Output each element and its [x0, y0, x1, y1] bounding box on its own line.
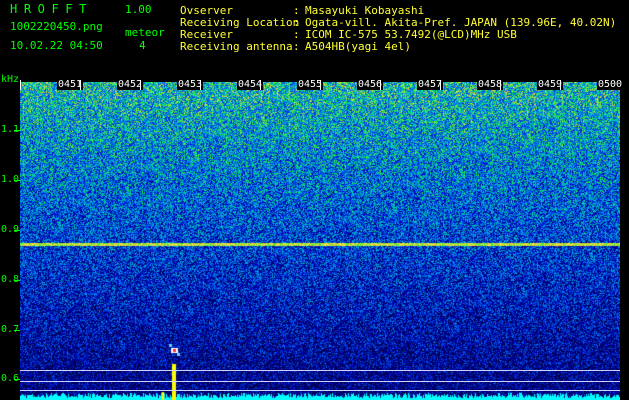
reference-line: [20, 370, 620, 371]
freq-tick: [14, 180, 20, 181]
time-axis: 0451 0452 0453 0454 0455 0456 0457 0458 …: [20, 80, 629, 92]
meteor-label: meteor: [125, 26, 165, 39]
time-tick: [140, 80, 141, 90]
frequency-axis: kHz 1.1 1.0 0.9 0.8 0.7 0.6: [0, 72, 20, 400]
time-tick: [440, 80, 441, 90]
antenna-label: Receiving antenna: [180, 40, 293, 53]
observer-label: Ovserver: [180, 4, 233, 17]
receiver-value: ICOM IC-575 53.7492(@LCD)MHz USB: [305, 28, 517, 41]
axis-unit-label: kHz: [1, 74, 20, 85]
file-name: 1002220450.png: [10, 20, 103, 33]
time-tick: [380, 80, 381, 90]
time-tick: [320, 80, 321, 90]
observer-value: Masayuki Kobayashi: [305, 4, 425, 17]
reference-line: [20, 381, 620, 382]
reference-line: [20, 390, 620, 391]
freq-tick: [14, 230, 20, 231]
location-value: Ogata-vill. Akita-Pref. JAPAN (139.96E, …: [305, 16, 617, 29]
antenna-colon: :: [293, 40, 300, 53]
app-title: HROFFT: [10, 2, 93, 16]
freq-tick: [14, 130, 20, 131]
antenna-value: A504HB(yagi 4el): [305, 40, 411, 53]
hrofft-window: HROFFT 1.00 1002220450.png meteor 10.02.…: [0, 0, 629, 400]
time-tick: [560, 80, 561, 90]
location-colon: :: [293, 16, 300, 29]
location-label: Receiving Location: [180, 16, 300, 29]
time-tick: [20, 80, 21, 90]
time-tick: [260, 80, 261, 90]
freq-tick: [14, 330, 20, 331]
datetime: 10.02.22 04:50: [10, 39, 103, 52]
meteor-count: 4: [139, 39, 146, 52]
time-tick: [500, 80, 501, 90]
freq-tick: [14, 280, 20, 281]
time-tick: [200, 80, 201, 90]
freq-tick: [14, 379, 20, 380]
spectrogram-canvas: [20, 82, 620, 400]
receiver-label: Receiver: [180, 28, 233, 41]
observer-colon: :: [293, 4, 300, 17]
app-version: 1.00: [125, 3, 152, 16]
receiver-colon: :: [293, 28, 300, 41]
spectrogram-panel: [20, 82, 620, 400]
time-tick: [80, 80, 81, 90]
time-tick-label: 0500: [597, 79, 624, 90]
